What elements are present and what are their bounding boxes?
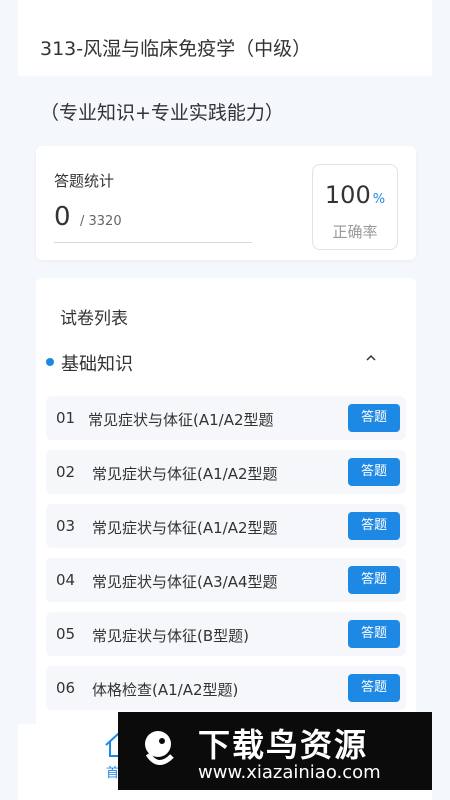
item-number: 02 bbox=[56, 463, 76, 481]
stats-label: 答题统计 bbox=[54, 172, 115, 190]
bird-logo-icon bbox=[145, 731, 174, 765]
item-number: 03 bbox=[56, 517, 76, 535]
stats-card: 答题统计 0 / 3320 100% 正确率 bbox=[36, 146, 416, 260]
answer-button[interactable]: 答题 bbox=[348, 674, 400, 702]
list-item[interactable]: 04 常见症状与体征(A3/A4型题 答题 bbox=[46, 558, 406, 602]
answer-button[interactable]: 答题 bbox=[348, 404, 400, 432]
item-label: 常见症状与体征(A1/A2型题 bbox=[88, 411, 274, 429]
accuracy-number: 100 bbox=[324, 181, 371, 209]
accuracy-label: 正确率 bbox=[332, 223, 378, 241]
list-item[interactable]: 02 常见症状与体征(A1/A2型题 答题 bbox=[46, 450, 406, 494]
answer-button[interactable]: 答题 bbox=[348, 566, 400, 594]
list-item[interactable]: 05 常见症状与体征(B型题) 答题 bbox=[46, 612, 406, 656]
accuracy-percent-symbol: % bbox=[372, 192, 386, 207]
page-subtitle: （专业知识+专业实践能力） bbox=[40, 102, 284, 124]
paper-list-card: 试卷列表 基础知识 01 常见症状与体征(A1/A2型题 答题 02 常见症状与… bbox=[36, 278, 416, 738]
item-label: 体格检查(A1/A2型题) bbox=[92, 681, 239, 699]
list-item[interactable]: 03 常见症状与体征(A1/A2型题 答题 bbox=[46, 504, 406, 548]
item-label: 常见症状与体征(B型题) bbox=[92, 627, 249, 645]
stats-divider bbox=[54, 242, 252, 243]
answer-button[interactable]: 答题 bbox=[348, 512, 400, 540]
watermark-title: 下载鸟资源 bbox=[198, 726, 369, 764]
watermark-url: www.xiazainiao.com bbox=[198, 762, 381, 783]
paper-list-title: 试卷列表 bbox=[60, 309, 128, 329]
section-dot-icon bbox=[46, 358, 54, 366]
page-title: 313-风湿与临床免疫学（中级） bbox=[40, 38, 312, 60]
chevron-up-icon[interactable] bbox=[366, 353, 376, 363]
app-header: 313-风湿与临床免疫学（中级） bbox=[18, 0, 432, 76]
item-number: 04 bbox=[56, 571, 76, 589]
item-label: 常见症状与体征(A3/A4型题 bbox=[92, 573, 278, 591]
list-item[interactable]: 01 常见症状与体征(A1/A2型题 答题 bbox=[46, 396, 406, 440]
item-number: 06 bbox=[56, 679, 76, 697]
section-title: 基础知识 bbox=[61, 354, 133, 375]
list-item[interactable]: 06 体格检查(A1/A2型题) 答题 bbox=[46, 666, 406, 710]
accuracy-box: 100% 正确率 bbox=[312, 164, 398, 250]
accuracy-value: 100% bbox=[313, 181, 397, 209]
item-number: 01 bbox=[56, 409, 76, 427]
answer-button[interactable]: 答题 bbox=[348, 458, 400, 486]
section-header-basic-knowledge[interactable]: 基础知识 bbox=[46, 348, 406, 378]
watermark-overlay: 下载鸟资源 www.xiazainiao.com bbox=[118, 712, 432, 790]
answered-count: 0 bbox=[54, 202, 71, 232]
item-label: 常见症状与体征(A1/A2型题 bbox=[92, 465, 278, 483]
item-number: 05 bbox=[56, 625, 76, 643]
item-label: 常见症状与体征(A1/A2型题 bbox=[92, 519, 278, 537]
total-count: / 3320 bbox=[80, 214, 122, 229]
answer-button[interactable]: 答题 bbox=[348, 620, 400, 648]
